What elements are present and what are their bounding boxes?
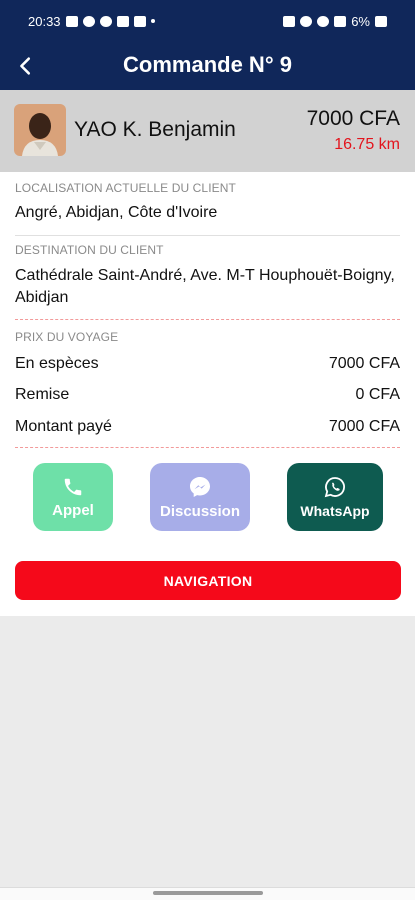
messenger-icon	[190, 476, 210, 497]
distance: 16.75 km	[334, 136, 400, 153]
order-card: YAO K. Benjamin 7000 CFA 16.75 km LOCALI…	[0, 90, 415, 616]
alarm-icon	[300, 15, 313, 27]
call-button[interactable]: Appel	[33, 463, 113, 531]
price-row-discount: Remise 0 CFA	[15, 386, 400, 408]
system-nav-bar	[0, 887, 415, 900]
price-row-value: 0 CFA	[355, 386, 400, 403]
price-row-cash: En espèces 7000 CFA	[15, 355, 400, 377]
page-title: Commande N° 9	[123, 52, 292, 77]
chat-button-label: Discussion	[159, 502, 241, 520]
signal-icon	[334, 15, 347, 27]
client-header: YAO K. Benjamin 7000 CFA 16.75 km	[0, 90, 415, 172]
status-bar: 20:33 6%	[0, 0, 415, 42]
price-row-label: Montant payé	[15, 418, 112, 435]
whatsapp-button-label: WhatsApp	[300, 503, 370, 519]
status-right: 6%	[283, 14, 387, 29]
call-button-label: Appel	[52, 501, 94, 519]
status-time: 20:33	[28, 13, 61, 29]
pricing-label: PRIX DU VOYAGE	[15, 330, 119, 344]
client-name: YAO K. Benjamin	[74, 118, 236, 141]
chat-button[interactable]: Discussion	[150, 463, 250, 531]
price-row-value: 7000 CFA	[328, 355, 400, 372]
phone-icon	[64, 478, 82, 495]
price-row-value: 7000 CFA	[328, 418, 400, 435]
price-row-label: Remise	[15, 386, 70, 403]
battery-level: 6%	[351, 13, 370, 29]
location-notification-icon	[82, 15, 95, 27]
destination-label: DESTINATION DU CLIENT	[15, 243, 164, 257]
facebook-notification-icon	[99, 15, 112, 27]
location-value: Angré, Abidjan, Côte d'Ivoire	[15, 204, 218, 221]
app-bar: Commande N° 9	[0, 42, 415, 90]
price-row-paid: Montant payé 7000 CFA	[15, 418, 400, 440]
accessibility-notification-icon	[116, 15, 129, 27]
more-notifications-icon	[150, 19, 155, 23]
battery-icon	[375, 15, 387, 27]
price-row-label: En espèces	[15, 355, 99, 372]
lock-icon	[283, 15, 296, 27]
status-left: 20:33	[28, 14, 155, 29]
message-notification-icon	[65, 15, 78, 27]
divider	[15, 447, 400, 448]
divider	[15, 319, 400, 320]
home-indicator[interactable]	[153, 891, 263, 895]
avatar	[14, 104, 66, 156]
navigation-button[interactable]: NAVIGATION	[15, 561, 401, 600]
whatsapp-button[interactable]: WhatsApp	[287, 463, 383, 531]
driving-mode-icon	[317, 15, 330, 27]
destination-value: Cathédrale Saint-André, Ave. M-T Houphou…	[15, 267, 395, 306]
cloud-notification-icon	[133, 15, 146, 27]
location-label: LOCALISATION ACTUELLE DU CLIENT	[15, 181, 236, 195]
divider	[15, 235, 400, 236]
whatsapp-icon	[324, 477, 345, 498]
fare-amount: 7000 CFA	[306, 107, 400, 130]
